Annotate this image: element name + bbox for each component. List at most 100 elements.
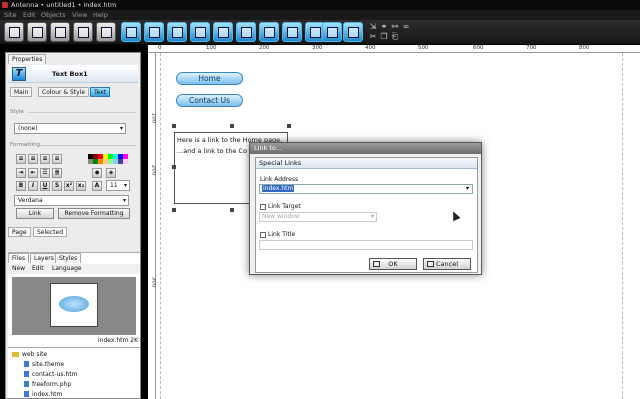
cancel-button[interactable]: Cancel	[423, 258, 471, 270]
menu-objects[interactable]: Objects	[41, 10, 66, 20]
font-size-select[interactable]: 11 ▾	[106, 180, 130, 191]
justify-button[interactable]: ≡	[52, 154, 62, 164]
tree-root[interactable]: web site	[12, 351, 47, 359]
preview-tool-button[interactable]	[96, 22, 116, 42]
italic-button[interactable]: I	[28, 181, 38, 191]
tree-item[interactable]: site.theme	[24, 361, 64, 369]
menu-help[interactable]: Help	[93, 10, 108, 20]
pencil-tool-button[interactable]	[4, 22, 24, 42]
resize-handle[interactable]	[172, 208, 176, 212]
chevron-down-icon: ▾	[370, 213, 374, 220]
strike-button[interactable]: S	[52, 181, 62, 191]
divider	[28, 112, 136, 113]
tab-text[interactable]: Text	[90, 87, 111, 97]
link-target-checkbox[interactable]	[260, 204, 266, 210]
tab-page[interactable]: Page	[8, 227, 31, 237]
list-button[interactable]: ☰	[40, 168, 50, 178]
files-edit[interactable]: Edit	[32, 264, 44, 274]
tab-styles[interactable]: Styles	[55, 253, 82, 263]
menu-edit[interactable]: Edit	[23, 10, 36, 20]
link-title-input[interactable]	[259, 240, 473, 250]
link-title-checkbox[interactable]	[260, 232, 266, 238]
formatting-label: Formatting	[10, 142, 41, 148]
files-language[interactable]: Language	[52, 264, 82, 274]
align-center-button[interactable]: ≡	[28, 154, 38, 164]
ok-button[interactable]: OK	[369, 258, 417, 270]
menu-bar: Site Edit Objects View Help	[0, 10, 640, 20]
nav-button-contact[interactable]: Contact Us	[176, 94, 243, 107]
plugin-tool-button[interactable]	[343, 22, 363, 42]
copy-icon[interactable]: ❐	[380, 33, 388, 41]
group-icon[interactable]: ⚯	[391, 23, 399, 31]
resize-handle[interactable]	[230, 208, 234, 212]
page-thumbnail	[50, 283, 98, 327]
color-palette[interactable]	[88, 154, 128, 166]
nav-button-home[interactable]: Home	[176, 72, 243, 85]
text-tool-button[interactable]	[190, 22, 210, 42]
disk-tool-button[interactable]	[73, 22, 93, 42]
link-address-input[interactable]: index.htm ▾	[259, 184, 473, 194]
table-tool-button[interactable]	[236, 22, 256, 42]
link-button[interactable]: Link	[16, 208, 54, 219]
link-target-select[interactable]: New window ▾	[259, 212, 377, 222]
resize-handle[interactable]	[172, 124, 176, 128]
tab-main[interactable]: Main	[10, 87, 33, 97]
align-left-button[interactable]: ≡	[16, 154, 26, 164]
fill-color-button[interactable]: ◆	[92, 168, 102, 178]
font-size-value: 11	[110, 182, 118, 189]
arrange-icon[interactable]: ⇲	[369, 23, 377, 31]
files-new[interactable]: New	[12, 264, 25, 274]
link-target-label: Link Target	[268, 203, 301, 210]
margin-guide	[622, 53, 623, 399]
menu-site[interactable]: Site	[4, 10, 16, 20]
bold-button[interactable]: B	[16, 181, 26, 191]
button-tool-button[interactable]	[282, 22, 302, 42]
paste-icon[interactable]: ⎗	[391, 33, 399, 41]
tab-colour-style[interactable]: Colour & Style	[38, 87, 90, 97]
tab-files[interactable]: Files	[8, 253, 30, 263]
form-tool-button[interactable]	[213, 22, 233, 42]
tab-layers[interactable]: Layers	[30, 253, 58, 263]
tree-item[interactable]: contact-us.htm	[24, 371, 77, 379]
navbar-tool-button[interactable]	[259, 22, 279, 42]
tab-special-links[interactable]: Special Links	[256, 158, 477, 169]
tree-item[interactable]: index.htm	[24, 391, 62, 399]
numbered-list-button[interactable]: ≣	[52, 168, 62, 178]
box-tool-button[interactable]	[144, 22, 164, 42]
chevron-down-icon[interactable]: ▾	[465, 185, 470, 193]
files-toolbar: New Edit Language	[8, 264, 140, 274]
tree-item[interactable]: freeform.php	[24, 381, 71, 389]
divider	[8, 347, 140, 348]
chevron-down-icon: ▾	[119, 125, 123, 132]
underline-button[interactable]: U	[40, 181, 50, 191]
select-tool-button[interactable]	[121, 22, 141, 42]
menu-view[interactable]: View	[72, 10, 87, 20]
cancel-label: Cancel	[435, 260, 459, 268]
resize-handle[interactable]	[230, 124, 234, 128]
link-target-value: New window	[262, 213, 300, 220]
text-color-button[interactable]: ◈	[106, 168, 116, 178]
align-right-button[interactable]: ≡	[40, 154, 50, 164]
remove-formatting-button[interactable]: Remove Formatting	[58, 208, 130, 219]
tree-item-label: contact-us.htm	[32, 371, 78, 378]
tab-properties[interactable]: Properties	[8, 54, 47, 64]
link-icon[interactable]: ⚭	[380, 23, 388, 31]
font-family-select[interactable]: Verdana ▾	[14, 195, 129, 206]
chain-icon[interactable]: ∞	[402, 23, 410, 31]
indent-button[interactable]: ⇥	[16, 168, 26, 178]
outdent-button[interactable]: ⇤	[28, 168, 38, 178]
style-select[interactable]: (none) ▾	[14, 123, 126, 134]
ruler-tick: 0	[158, 45, 162, 51]
camera-tool-button[interactable]	[167, 22, 187, 42]
subscript-button[interactable]: x₂	[76, 181, 86, 191]
cut-icon[interactable]: ✂	[369, 33, 377, 41]
resize-handle[interactable]	[172, 165, 176, 169]
cube-tool-button[interactable]	[27, 22, 47, 42]
gradient-tool-button[interactable]	[322, 22, 342, 42]
tab-selected[interactable]: Selected	[33, 227, 68, 237]
globe-tool-button[interactable]	[50, 22, 70, 42]
resize-handle[interactable]	[287, 124, 291, 128]
tree-item-label: index.htm	[32, 391, 63, 398]
superscript-button[interactable]: x²	[64, 181, 74, 191]
tree-root-label: web site	[22, 351, 48, 358]
